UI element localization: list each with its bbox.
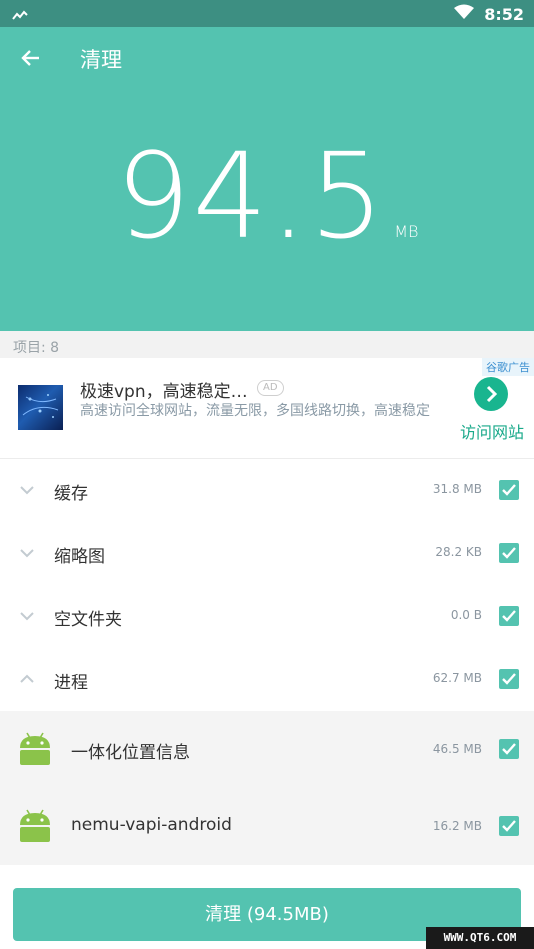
ad-thumbnail <box>18 385 63 430</box>
category-checkbox[interactable] <box>499 480 519 500</box>
process-checkbox[interactable] <box>499 816 519 836</box>
chevron-down-icon <box>20 486 34 495</box>
items-count-bar: 项目: 8 <box>0 331 534 358</box>
summary-header: 清理 94.5 MB <box>0 27 534 331</box>
ad-tag: AD <box>257 380 284 396</box>
ad-visit-label[interactable]: 访问网站 <box>460 419 524 443</box>
check-icon <box>502 547 516 559</box>
check-icon <box>502 673 516 685</box>
chevron-up-icon <box>20 674 34 683</box>
page-title: 清理 <box>80 48 122 72</box>
process-size: 46.5 MB <box>432 742 482 756</box>
wifi-icon <box>454 4 475 24</box>
category-size: 0.0 B <box>450 608 482 622</box>
category-size: 62.7 MB <box>432 671 482 685</box>
chevron-down-icon <box>20 549 34 558</box>
process-checkbox[interactable] <box>499 739 519 759</box>
category-checkbox[interactable] <box>499 606 519 626</box>
category-size: 31.8 MB <box>432 482 482 496</box>
category-size: 28.2 KB <box>435 545 482 559</box>
process-row[interactable]: nemu-vapi-android 16.2 MB <box>0 788 534 865</box>
check-icon <box>502 484 516 496</box>
process-label: 一体化位置信息 <box>71 743 190 763</box>
check-icon <box>502 820 516 832</box>
ad-title: 极速vpn，高速稳定… <box>80 382 248 402</box>
category-label: 空文件夹 <box>54 610 122 630</box>
category-row-processes[interactable]: 进程 62.7 MB <box>0 648 534 711</box>
check-icon <box>502 743 516 755</box>
chevron-down-icon <box>20 612 34 621</box>
ad-badge: 谷歌广告 <box>482 358 534 376</box>
activity-icon <box>12 6 28 25</box>
junk-size-unit: MB <box>394 222 419 241</box>
ad-banner[interactable]: 谷歌广告 极速vpn，高速稳定… AD 高速访问全球网站，流量无限，多国线路切换… <box>0 358 534 459</box>
process-row[interactable]: 一体化位置信息 46.5 MB <box>0 711 534 788</box>
back-button[interactable] <box>16 43 46 73</box>
category-row-thumbnails[interactable]: 缩略图 28.2 KB <box>0 522 534 585</box>
ad-description: 高速访问全球网站，流量无限，多国线路切换，高速稳定 <box>80 403 430 419</box>
category-row-cache[interactable]: 缓存 31.8 MB <box>0 459 534 522</box>
app-bar: 清理 <box>0 27 534 89</box>
watermark: WWW.QT6.COM <box>426 927 534 949</box>
arrow-left-icon <box>21 50 39 66</box>
category-checkbox[interactable] <box>499 543 519 563</box>
category-checkbox[interactable] <box>499 669 519 689</box>
status-time: 8:52 <box>484 4 524 24</box>
junk-size-value: 94.5 <box>115 127 387 265</box>
junk-size-display: 94.5 MB <box>0 137 534 255</box>
process-label: nemu-vapi-android <box>71 815 232 835</box>
bottom-bar: 清理 (94.5MB) WWW.QT6.COM <box>0 865 534 949</box>
ad-go-button[interactable] <box>474 377 508 411</box>
status-bar: 8:52 <box>0 0 534 27</box>
android-icon <box>20 732 50 765</box>
items-count-label: 项目: 8 <box>13 340 60 356</box>
category-label: 进程 <box>54 673 88 693</box>
category-label: 缓存 <box>54 484 88 504</box>
category-row-empty-folders[interactable]: 空文件夹 0.0 B <box>0 585 534 648</box>
category-label: 缩略图 <box>54 547 105 567</box>
android-icon <box>20 809 50 842</box>
check-icon <box>502 610 516 622</box>
process-size: 16.2 MB <box>432 819 482 833</box>
chevron-right-icon <box>486 385 498 403</box>
